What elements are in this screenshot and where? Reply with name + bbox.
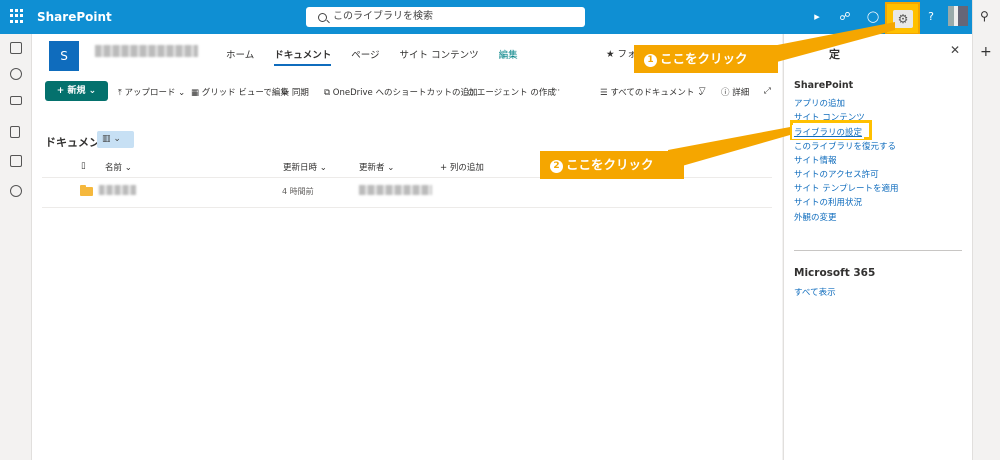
callout-arrows [668, 22, 895, 170]
callout-two: 2 ここをクリック [540, 151, 684, 179]
callout-one: 1 ここをクリック [634, 45, 778, 73]
